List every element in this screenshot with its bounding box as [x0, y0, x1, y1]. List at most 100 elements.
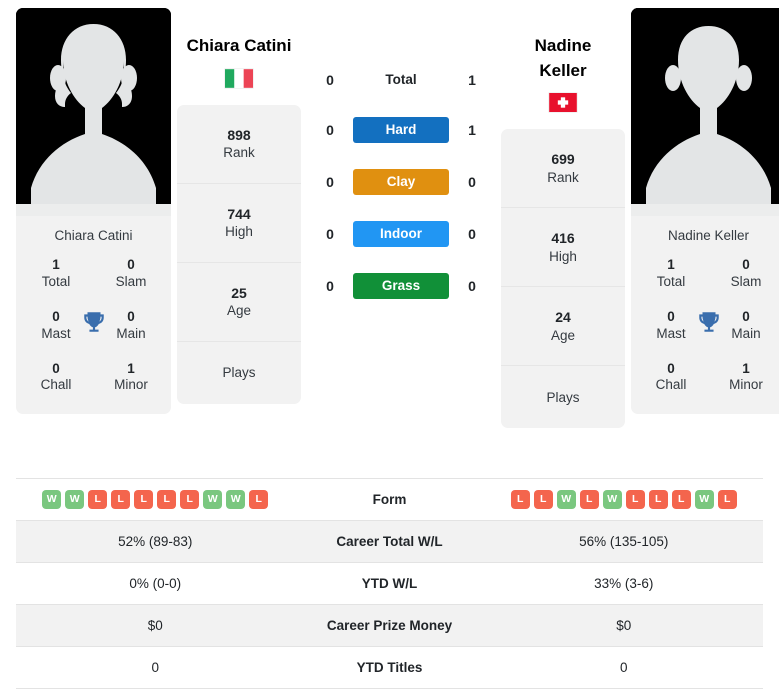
form-badge-w: W — [226, 490, 246, 509]
right-player-name-label: Nadine Keller — [631, 216, 779, 257]
left-plays-label: Plays — [222, 365, 256, 381]
form-badge-l: L — [671, 490, 691, 509]
right-player-title-line1: Nadine — [534, 36, 592, 55]
h2h-row-hard: 0 Hard 1 — [307, 117, 495, 143]
right-high-label: High — [549, 248, 577, 264]
form-badge-l: L — [533, 490, 553, 509]
left-form-badges: WWLLLLLWWL — [16, 490, 295, 509]
left-high-cell: 744 High — [177, 184, 301, 263]
left-career-total-wl: 52% (89-83) — [118, 534, 193, 549]
left-rank-card: 898 Rank 744 High 25 Age Plays — [177, 104, 301, 404]
form-badge-l: L — [180, 490, 200, 509]
right-age-cell: 24 Age — [501, 287, 625, 367]
table-row-career-prize-money: $0 Career Prize Money $0 — [16, 605, 763, 647]
titles-slam-cell: 0 Slam — [105, 257, 157, 291]
titles-slam-label: Slam — [115, 273, 147, 289]
h2h-grass-label-wrap: Grass — [353, 273, 449, 299]
trophy-icon-svg — [698, 312, 719, 332]
h2h-clay-badge[interactable]: Clay — [353, 169, 449, 195]
right-high-value: 416 — [551, 230, 575, 247]
table-row-ytd-titles: 0 YTD Titles 0 — [16, 647, 763, 689]
h2h-clay-left-score: 0 — [326, 174, 334, 190]
titles-chall-cell: 0 Chall — [645, 361, 697, 395]
trophy-icon — [81, 309, 107, 335]
form-badge-w: W — [694, 490, 714, 509]
table-row-career-total-wl: 52% (89-83) Career Total W/L 56% (135-10… — [16, 521, 763, 563]
right-rank-card: 699 Rank 416 High 24 Age Plays — [501, 129, 625, 429]
h2h-hard-left-score: 0 — [326, 122, 334, 138]
left-ytd-titles: 0 — [151, 660, 159, 675]
titles-row: 0 Chall 1 Minor — [22, 361, 165, 395]
titles-minor-cell: 1 Minor — [105, 361, 157, 395]
titles-total-cell: 1 Total — [30, 257, 82, 291]
form-badge-l: L — [157, 490, 177, 509]
titles-chall-value: 0 — [667, 360, 675, 376]
player-silhouette-avatar — [16, 8, 171, 216]
right-ytd-titles: 0 — [619, 660, 628, 675]
left-player-info-column: Chiara Catini 898 Rank 744 High 25 Age P… — [177, 8, 301, 404]
h2h-hard-right-score: 1 — [468, 122, 476, 138]
right-age-value: 24 — [555, 309, 571, 326]
h2h-hard-label-wrap: Hard — [353, 117, 449, 143]
right-ytd-wl: 33% (3-6) — [594, 576, 654, 591]
form-badge-l: L — [249, 490, 269, 509]
h2h-row-grass: 0 Grass 0 — [307, 273, 495, 299]
h2h-grass-left-score: 0 — [326, 278, 334, 294]
player-comparison-page: Chiara Catini 1 Total 0 Slam 0 Mast 0 Ma… — [0, 0, 779, 699]
trophy-icon — [696, 309, 722, 335]
titles-total-label: Total — [41, 273, 71, 289]
right-form-badges: LLWLWLLLWL — [485, 490, 764, 509]
h2h-grass-right-score: 0 — [468, 278, 476, 294]
form-badge-w: W — [65, 490, 85, 509]
form-badge-w: W — [42, 490, 62, 509]
italy-flag-icon — [225, 68, 253, 88]
titles-main-value: 0 — [127, 308, 135, 324]
titles-chall-label: Chall — [40, 377, 72, 393]
form-badge-w: W — [203, 490, 223, 509]
titles-slam-value: 0 — [127, 257, 135, 272]
h2h-clay-right-score: 0 — [468, 174, 476, 190]
top-section: Chiara Catini 1 Total 0 Slam 0 Mast 0 Ma… — [0, 0, 779, 478]
right-player-title: Nadine Keller — [501, 8, 625, 83]
titles-mast-label: Mast — [41, 325, 71, 341]
right-rank-label: Rank — [547, 169, 579, 185]
form-badge-w: W — [556, 490, 576, 509]
row-label-ytd-wl: YTD W/L — [361, 576, 418, 591]
titles-total-value: 1 — [667, 257, 675, 272]
titles-main-value: 0 — [742, 308, 750, 324]
titles-mast-label: Mast — [656, 325, 686, 341]
left-age-cell: 25 Age — [177, 263, 301, 342]
right-age-label: Age — [550, 327, 576, 343]
right-high-cell: 416 High — [501, 208, 625, 288]
titles-row: 0 Chall 1 Minor — [637, 361, 779, 395]
h2h-total-right-score: 1 — [468, 71, 476, 88]
titles-main-label: Main — [731, 325, 761, 341]
left-titles-grid: 1 Total 0 Slam 0 Mast 0 Main 0 Chall 1 M… — [16, 257, 171, 414]
titles-slam-value: 0 — [742, 257, 750, 272]
titles-slam-label: Slam — [730, 273, 762, 289]
h2h-indoor-badge[interactable]: Indoor — [353, 221, 449, 247]
right-rank-value: 699 — [551, 151, 575, 168]
titles-row: 1 Total 0 Slam — [637, 257, 779, 291]
h2h-hard-badge[interactable]: Hard — [353, 117, 449, 143]
form-badge-w: W — [602, 490, 622, 509]
right-plays-label: Plays — [546, 389, 580, 405]
titles-slam-cell: 0 Slam — [720, 257, 772, 291]
right-player-title-line2: Keller — [539, 60, 587, 80]
form-badge-l: L — [510, 490, 530, 509]
titles-row: 1 Total 0 Slam — [22, 257, 165, 291]
titles-minor-cell: 1 Minor — [720, 361, 772, 395]
right-rank-cell: 699 Rank — [501, 129, 625, 209]
row-label-career-total-wl: Career Total W/L — [336, 534, 443, 549]
right-titles-grid: 1 Total 0 Slam 0 Mast 0 Main 0 Chall 1 M… — [631, 257, 779, 414]
form-badge-l: L — [134, 490, 154, 509]
titles-mast-value: 0 — [667, 308, 675, 324]
titles-main-cell: 0 Main — [720, 309, 772, 343]
row-label-form: Form — [372, 492, 407, 507]
h2h-total-label-wrap: Total — [353, 68, 449, 91]
form-badge-l: L — [625, 490, 645, 509]
titles-mast-cell: 0 Mast — [30, 309, 82, 343]
h2h-row-total: 0 Total 1 — [307, 68, 495, 91]
h2h-grass-badge[interactable]: Grass — [353, 273, 449, 299]
right-player-info-column: Nadine Keller 699 Rank 416 High 24 Age P… — [501, 8, 625, 429]
